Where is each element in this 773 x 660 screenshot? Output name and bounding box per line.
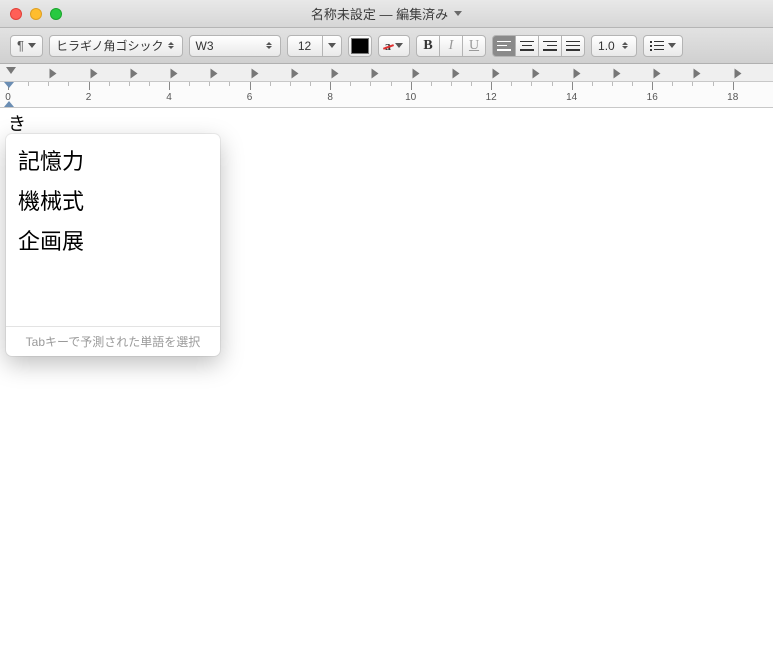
tab-stop-marker[interactable] xyxy=(50,69,57,79)
tab-stop-strip[interactable] xyxy=(0,64,773,82)
chevron-down-icon xyxy=(328,43,336,48)
text-color-picker[interactable] xyxy=(348,35,372,57)
align-center-icon xyxy=(520,41,534,51)
tab-stop-marker[interactable] xyxy=(211,69,218,79)
tab-stop-marker[interactable] xyxy=(412,69,419,79)
tab-stop-marker[interactable] xyxy=(613,69,620,79)
font-family-value: ヒラギノ角ゴシック xyxy=(56,37,164,54)
ruler-label: 14 xyxy=(566,92,577,103)
left-indent-handle[interactable] xyxy=(4,101,14,107)
align-justify-icon xyxy=(566,41,580,51)
text-style-group: B I U xyxy=(416,35,486,57)
zoom-window-button[interactable] xyxy=(50,8,62,20)
ime-candidate[interactable]: 記憶力 xyxy=(6,140,220,180)
window-title[interactable]: 名称未設定 — 編集済み xyxy=(311,4,448,23)
color-swatch-icon xyxy=(351,38,369,54)
list-style-dropdown[interactable] xyxy=(643,35,683,57)
ruler-label: 16 xyxy=(647,92,658,103)
align-justify-button[interactable] xyxy=(561,35,585,57)
tab-stop-marker[interactable] xyxy=(734,69,741,79)
window-titlebar: 名称未設定 — 編集済み xyxy=(0,0,773,28)
ruler-label: 10 xyxy=(405,92,416,103)
ime-hint: Tabキーで予測された単語を選択 xyxy=(6,326,220,356)
ime-candidate-list: 記憶力 機械式 企画展 xyxy=(6,134,220,326)
bold-button[interactable]: B xyxy=(416,35,440,57)
align-left-button[interactable] xyxy=(492,35,516,57)
minimize-window-button[interactable] xyxy=(30,8,42,20)
ruler-ticks: 024681012141618 xyxy=(8,82,773,107)
first-line-indent-marker[interactable] xyxy=(6,67,16,74)
font-size-value: 12 xyxy=(298,39,311,53)
tab-stop-marker[interactable] xyxy=(452,69,459,79)
list-icon xyxy=(650,41,664,51)
stepper-icon xyxy=(622,39,630,53)
line-spacing-dropdown[interactable]: 1.0 xyxy=(591,35,637,57)
font-size-input[interactable]: 12 xyxy=(287,35,323,57)
align-left-icon xyxy=(497,41,511,51)
alignment-group xyxy=(492,35,585,57)
align-center-button[interactable] xyxy=(515,35,539,57)
tab-stop-marker[interactable] xyxy=(533,69,540,79)
align-right-button[interactable] xyxy=(538,35,562,57)
chevron-down-icon xyxy=(395,43,403,48)
underline-button[interactable]: U xyxy=(462,35,486,57)
ruler-label: 2 xyxy=(86,92,92,103)
stepper-icon xyxy=(266,39,274,53)
tab-stop-marker[interactable] xyxy=(493,69,500,79)
formatting-toolbar: ¶ ヒラギノ角ゴシック W3 12 a B I U xyxy=(0,28,773,64)
tab-stop-marker[interactable] xyxy=(372,69,379,79)
ime-candidate[interactable]: 機械式 xyxy=(6,180,220,220)
font-family-dropdown[interactable]: ヒラギノ角ゴシック xyxy=(49,35,183,57)
ruler-label: 4 xyxy=(166,92,172,103)
tab-stop-marker[interactable] xyxy=(654,69,661,79)
font-size-stepper[interactable] xyxy=(322,35,342,57)
font-size-group: 12 xyxy=(287,35,342,57)
title-menu-chevron-icon[interactable] xyxy=(454,11,462,16)
italic-button[interactable]: I xyxy=(439,35,463,57)
stepper-icon xyxy=(168,39,176,53)
tab-stop-marker[interactable] xyxy=(694,69,701,79)
tab-stop-marker[interactable] xyxy=(573,69,580,79)
traffic-lights xyxy=(10,8,62,20)
chevron-down-icon xyxy=(28,43,36,48)
strike-a-icon: a xyxy=(385,38,392,54)
paragraph-styles-dropdown[interactable]: ¶ xyxy=(10,35,43,57)
close-window-button[interactable] xyxy=(10,8,22,20)
document-area[interactable]: き 記憶力 機械式 企画展 Tabキーで予測された単語を選択 xyxy=(0,108,773,660)
ruler-label: 6 xyxy=(247,92,253,103)
pilcrow-icon: ¶ xyxy=(17,38,24,53)
tab-stop-marker[interactable] xyxy=(90,69,97,79)
tab-stop-marker[interactable] xyxy=(291,69,298,79)
tab-stop-marker[interactable] xyxy=(251,69,258,79)
first-line-indent-handle[interactable] xyxy=(4,82,14,88)
font-weight-dropdown[interactable]: W3 xyxy=(189,35,281,57)
horizontal-ruler[interactable]: 024681012141618 xyxy=(0,82,773,108)
ruler-label: 8 xyxy=(327,92,333,103)
chevron-down-icon xyxy=(668,43,676,48)
clear-style-button[interactable]: a xyxy=(378,35,411,57)
tab-stop-marker[interactable] xyxy=(130,69,137,79)
line-spacing-value: 1.0 xyxy=(598,39,615,53)
ime-candidate-popup: 記憶力 機械式 企画展 Tabキーで予測された単語を選択 xyxy=(6,134,220,356)
align-right-icon xyxy=(543,41,557,51)
tab-stop-marker[interactable] xyxy=(171,69,178,79)
window-title-area: 名称未設定 — 編集済み xyxy=(0,4,773,23)
ime-candidate[interactable]: 企画展 xyxy=(6,220,220,260)
tab-stop-marker[interactable] xyxy=(332,69,339,79)
ruler-label: 18 xyxy=(727,92,738,103)
ruler-label: 12 xyxy=(486,92,497,103)
font-weight-value: W3 xyxy=(196,39,214,53)
